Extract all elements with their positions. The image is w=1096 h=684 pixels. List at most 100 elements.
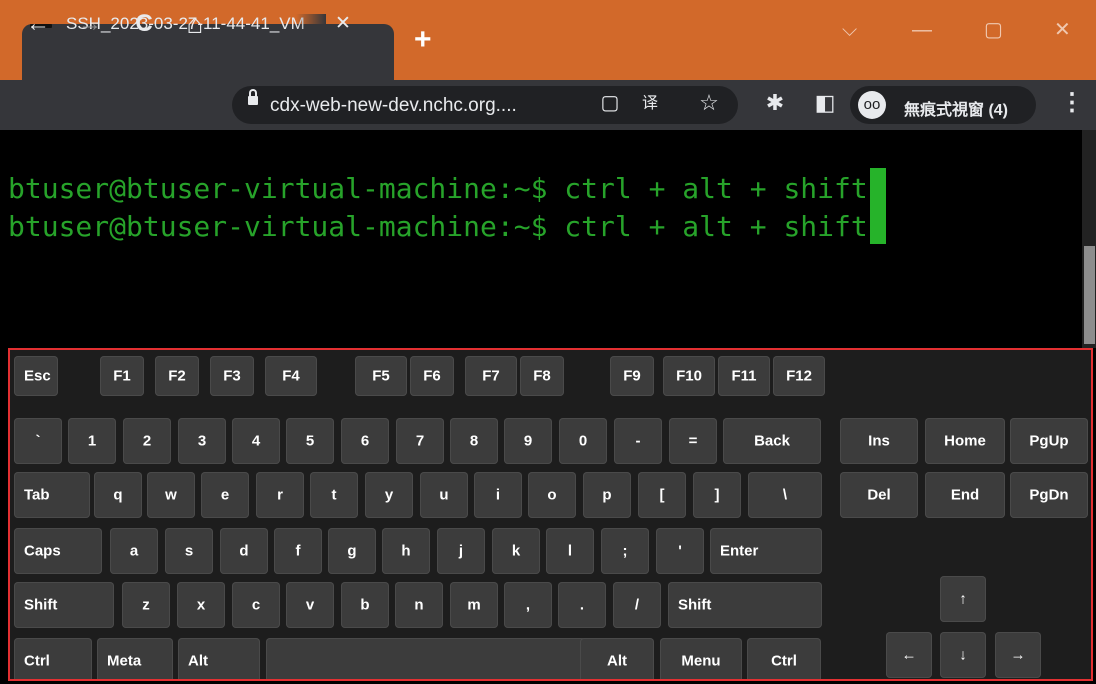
key-3[interactable]: 3: [178, 418, 226, 464]
key-equals[interactable]: =: [669, 418, 717, 464]
key-f5[interactable]: F5: [355, 356, 407, 396]
key-period[interactable]: .: [558, 582, 606, 628]
lock-icon[interactable]: [248, 89, 258, 105]
key-x[interactable]: x: [177, 582, 225, 628]
key-enter[interactable]: Enter: [710, 528, 822, 574]
key-left-bracket[interactable]: [: [638, 472, 686, 518]
tab-close-icon[interactable]: ✕: [335, 12, 351, 35]
key-v[interactable]: v: [286, 582, 334, 628]
side-panel-icon[interactable]: ◧: [812, 90, 838, 116]
key-end[interactable]: End: [925, 472, 1005, 518]
key-delete[interactable]: Del: [840, 472, 918, 518]
key-home[interactable]: Home: [925, 418, 1005, 464]
key-f[interactable]: f: [274, 528, 322, 574]
key-t[interactable]: t: [310, 472, 358, 518]
key-d[interactable]: d: [220, 528, 268, 574]
key-tab[interactable]: Tab: [14, 472, 90, 518]
key-g[interactable]: g: [328, 528, 376, 574]
home-icon[interactable]: ⌂: [180, 10, 210, 38]
key-menu[interactable]: Menu: [660, 638, 742, 679]
key-esc[interactable]: Esc: [14, 356, 58, 396]
key-arrow-down[interactable]: ↓: [940, 632, 986, 678]
key-a[interactable]: a: [110, 528, 158, 574]
copy-link-icon[interactable]: ▢: [598, 90, 622, 116]
translate-icon[interactable]: 译: [636, 91, 664, 117]
key-backspace[interactable]: Back: [723, 418, 821, 464]
key-minus[interactable]: -: [614, 418, 662, 464]
key-f9[interactable]: F9: [610, 356, 654, 396]
key-quote[interactable]: ': [656, 528, 704, 574]
key-1[interactable]: 1: [68, 418, 116, 464]
reload-icon[interactable]: C: [132, 11, 156, 37]
key-shift-right[interactable]: Shift: [668, 582, 822, 628]
key-8[interactable]: 8: [450, 418, 498, 464]
key-f8[interactable]: F8: [520, 356, 564, 396]
key-p[interactable]: p: [583, 472, 631, 518]
key-arrow-up[interactable]: ↑: [940, 576, 986, 622]
key-o[interactable]: o: [528, 472, 576, 518]
tab-search-chevron-icon[interactable]: ⌵: [842, 20, 857, 40]
key-f12[interactable]: F12: [773, 356, 825, 396]
close-window-button[interactable]: ✕: [1054, 20, 1071, 40]
minimize-button[interactable]: —: [912, 20, 932, 40]
key-y[interactable]: y: [365, 472, 413, 518]
back-arrow-icon[interactable]: ←: [24, 11, 52, 37]
new-tab-button[interactable]: +: [414, 25, 432, 55]
key-ctrl-right[interactable]: Ctrl: [747, 638, 821, 679]
key-semicolon[interactable]: ;: [601, 528, 649, 574]
key-4[interactable]: 4: [232, 418, 280, 464]
key-7[interactable]: 7: [396, 418, 444, 464]
key-right-bracket[interactable]: ]: [693, 472, 741, 518]
terminal-scrollbar-thumb[interactable]: [1084, 246, 1095, 344]
key-ctrl-left[interactable]: Ctrl: [14, 638, 92, 679]
key-meta[interactable]: Meta: [97, 638, 173, 679]
key-5[interactable]: 5: [286, 418, 334, 464]
key-f2[interactable]: F2: [155, 356, 199, 396]
key-f3[interactable]: F3: [210, 356, 254, 396]
key-b[interactable]: b: [341, 582, 389, 628]
key-f1[interactable]: F1: [100, 356, 144, 396]
key-f11[interactable]: F11: [718, 356, 770, 396]
key-c[interactable]: c: [232, 582, 280, 628]
browser-menu-icon[interactable]: ⋮: [1060, 90, 1084, 116]
key-z[interactable]: z: [122, 582, 170, 628]
key-e[interactable]: e: [201, 472, 249, 518]
key-page-up[interactable]: PgUp: [1010, 418, 1088, 464]
key-slash[interactable]: /: [613, 582, 661, 628]
key-q[interactable]: q: [94, 472, 142, 518]
key-l[interactable]: l: [546, 528, 594, 574]
key-i[interactable]: i: [474, 472, 522, 518]
bookmark-star-icon[interactable]: ☆: [696, 90, 722, 116]
key-r[interactable]: r: [256, 472, 304, 518]
key-space[interactable]: [266, 638, 596, 679]
key-k[interactable]: k: [492, 528, 540, 574]
key-f7[interactable]: F7: [465, 356, 517, 396]
key-n[interactable]: n: [395, 582, 443, 628]
key-comma[interactable]: ,: [504, 582, 552, 628]
key-f4[interactable]: F4: [265, 356, 317, 396]
key-w[interactable]: w: [147, 472, 195, 518]
url-text[interactable]: cdx-web-new-dev.nchc.org....: [270, 95, 517, 117]
key-arrow-right[interactable]: →: [995, 632, 1041, 678]
key-9[interactable]: 9: [504, 418, 552, 464]
key-m[interactable]: m: [450, 582, 498, 628]
extensions-icon[interactable]: ✱: [762, 90, 788, 116]
key-j[interactable]: j: [437, 528, 485, 574]
key-f10[interactable]: F10: [663, 356, 715, 396]
restore-button[interactable]: ▢: [984, 20, 1003, 40]
key-s[interactable]: s: [165, 528, 213, 574]
key-6[interactable]: 6: [341, 418, 389, 464]
forward-arrow-icon[interactable]: →: [76, 11, 104, 37]
key-alt-left[interactable]: Alt: [178, 638, 260, 679]
key-page-down[interactable]: PgDn: [1010, 472, 1088, 518]
key-0[interactable]: 0: [559, 418, 607, 464]
key-f6[interactable]: F6: [410, 356, 454, 396]
key-caps-lock[interactable]: Caps: [14, 528, 102, 574]
key-backtick[interactable]: `: [14, 418, 62, 464]
key-shift-left[interactable]: Shift: [14, 582, 114, 628]
key-h[interactable]: h: [382, 528, 430, 574]
key-alt-right[interactable]: Alt: [580, 638, 654, 679]
key-backslash[interactable]: \: [748, 472, 822, 518]
key-u[interactable]: u: [420, 472, 468, 518]
key-2[interactable]: 2: [123, 418, 171, 464]
